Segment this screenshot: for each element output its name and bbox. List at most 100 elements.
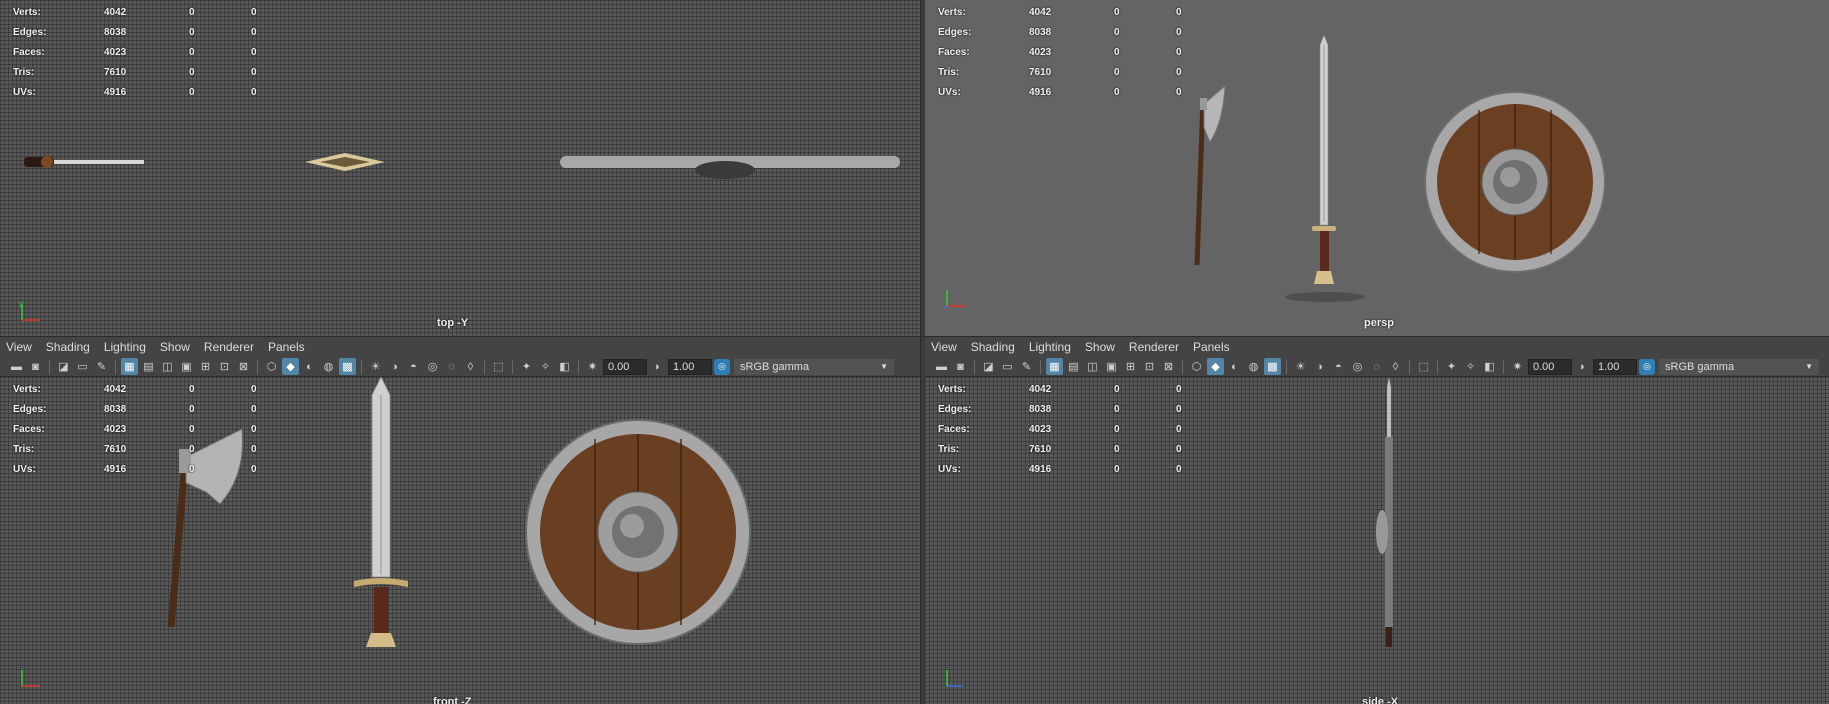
- default-material-icon[interactable]: ◐: [301, 358, 318, 375]
- viewport-panel-persp[interactable]: Verts: 4042 0 0 Edges: 8038 0 0 Faces: 4023 0 0 Tris…: [925, 0, 1829, 336]
- wireframe-icon[interactable]: ⬡: [263, 358, 280, 375]
- grease-pencil-icon[interactable]: ✎: [1018, 358, 1035, 375]
- gate-mask-icon[interactable]: ▣: [178, 358, 195, 375]
- anti-alias-icon[interactable]: ◌: [1368, 358, 1385, 375]
- exposure-icon[interactable]: ✷: [1509, 358, 1526, 375]
- backface-culling-icon[interactable]: ◧: [556, 358, 573, 375]
- image-plane-icon[interactable]: ▭: [74, 358, 91, 375]
- depth-of-field-icon[interactable]: ◊: [1387, 358, 1404, 375]
- ambient-occlusion-icon[interactable]: ◓: [1330, 358, 1347, 375]
- smooth-shade-icon[interactable]: ◆: [1207, 358, 1224, 375]
- hud-label: UVs:: [938, 86, 961, 98]
- hud-value: 0: [251, 423, 257, 435]
- use-lights-icon[interactable]: ☀: [1292, 358, 1309, 375]
- xray-active-icon[interactable]: ✧: [1462, 358, 1479, 375]
- resolution-gate-icon[interactable]: ◫: [159, 358, 176, 375]
- film-gate-icon[interactable]: ▤: [140, 358, 157, 375]
- menu-show[interactable]: Show: [160, 340, 190, 354]
- menu-lighting[interactable]: Lighting: [1029, 340, 1071, 354]
- hud-label: Faces:: [13, 46, 45, 58]
- viewport-panel-front[interactable]: View Shading Lighting Show Renderer Panels ▬ ◙…: [0, 337, 920, 704]
- hud-value: 4042: [104, 383, 127, 395]
- viewport-front[interactable]: Verts: 4042 0 0 Edges: 8038 0 0 Faces: 4023 0 0 Tris…: [0, 377, 920, 704]
- camera-icon[interactable]: ▬: [933, 358, 950, 375]
- safe-title-icon[interactable]: ⊠: [235, 358, 252, 375]
- camera-label: persp: [1364, 317, 1394, 329]
- gamma-field[interactable]: 1.00: [668, 358, 712, 375]
- viewport-panel-side[interactable]: View Shading Lighting Show Renderer Panels ▬ ◙…: [925, 337, 1829, 704]
- film-gate-icon[interactable]: ▤: [1065, 358, 1082, 375]
- safe-action-icon[interactable]: ⊡: [216, 358, 233, 375]
- hud-value: 4916: [104, 86, 127, 98]
- smooth-shade-icon[interactable]: ◆: [282, 358, 299, 375]
- hud-label: Edges:: [13, 403, 47, 415]
- field-chart-icon[interactable]: ⊞: [197, 358, 214, 375]
- xray-icon[interactable]: ◍: [1245, 358, 1262, 375]
- camera-attr-icon[interactable]: ◙: [952, 358, 969, 375]
- panel-toolbar: ▬ ◙ ◪ ▭ ✎ ▦ ▤ ◫ ▣ ⊞ ⊡ ⊠ ⬡ ◆ ◐ ◍ ▩ ☀ ◑ ◓ ◎ ◌ ◊ ⬚ ✦ ✧ ◧ ✷ 0.00 ◗ 1.00 ◎ sR…: [925, 357, 1829, 377]
- colorspace-dropdown[interactable]: sRGB gamma ▼: [734, 358, 894, 375]
- bookmark-icon[interactable]: ◪: [55, 358, 72, 375]
- isolate-select-icon[interactable]: ⬚: [1415, 358, 1432, 375]
- safe-action-icon[interactable]: ⊡: [1141, 358, 1158, 375]
- safe-title-icon[interactable]: ⊠: [1160, 358, 1177, 375]
- viewport-persp[interactable]: Verts: 4042 0 0 Edges: 8038 0 0 Faces: 4023 0 0 Tris…: [925, 0, 1829, 336]
- field-chart-icon[interactable]: ⊞: [1122, 358, 1139, 375]
- xray-joints-icon[interactable]: ✦: [518, 358, 535, 375]
- menu-show[interactable]: Show: [1085, 340, 1115, 354]
- menu-view[interactable]: View: [931, 340, 957, 354]
- viewport-panel-top[interactable]: Verts: 4042 0 0 Edges: 8038 0 0 Faces: 4023 0 0 Tris…: [0, 0, 920, 336]
- viewport-top[interactable]: Verts: 4042 0 0 Edges: 8038 0 0 Faces: 4023 0 0 Tris…: [0, 0, 920, 336]
- wireframe-icon[interactable]: ⬡: [1188, 358, 1205, 375]
- colorspace-dropdown[interactable]: sRGB gamma ▼: [1659, 358, 1819, 375]
- panel-divider-vertical[interactable]: [920, 0, 925, 704]
- toolbar-separator: [1182, 359, 1183, 374]
- exposure-icon[interactable]: ✷: [584, 358, 601, 375]
- motion-blur-icon[interactable]: ◎: [424, 358, 441, 375]
- exposure-field[interactable]: 0.00: [603, 358, 647, 375]
- xray-active-icon[interactable]: ✧: [537, 358, 554, 375]
- xray-joints-icon[interactable]: ✦: [1443, 358, 1460, 375]
- shadows-icon[interactable]: ◑: [1311, 358, 1328, 375]
- colorspace-icon[interactable]: ◎: [1639, 358, 1655, 375]
- menu-shading[interactable]: Shading: [971, 340, 1015, 354]
- backface-culling-icon[interactable]: ◧: [1481, 358, 1498, 375]
- shadows-icon[interactable]: ◑: [386, 358, 403, 375]
- gate-mask-icon[interactable]: ▣: [1103, 358, 1120, 375]
- menu-panels[interactable]: Panels: [1193, 340, 1230, 354]
- panel-divider-horizontal[interactable]: [0, 336, 1829, 337]
- anti-alias-icon[interactable]: ◌: [443, 358, 460, 375]
- bookmark-icon[interactable]: ◪: [980, 358, 997, 375]
- grid-icon[interactable]: ▦: [1046, 358, 1063, 375]
- grease-pencil-icon[interactable]: ✎: [93, 358, 110, 375]
- gamma-icon[interactable]: ◗: [1574, 358, 1591, 375]
- xray-icon[interactable]: ◍: [320, 358, 337, 375]
- menu-renderer[interactable]: Renderer: [1129, 340, 1179, 354]
- motion-blur-icon[interactable]: ◎: [1349, 358, 1366, 375]
- hud-label: UVs:: [938, 463, 961, 475]
- colorspace-icon[interactable]: ◎: [714, 358, 730, 375]
- image-plane-icon[interactable]: ▭: [999, 358, 1016, 375]
- default-material-icon[interactable]: ◐: [1226, 358, 1243, 375]
- use-lights-icon[interactable]: ☀: [367, 358, 384, 375]
- menu-panels[interactable]: Panels: [268, 340, 305, 354]
- grid-icon[interactable]: ▦: [121, 358, 138, 375]
- hud-label: Tris:: [938, 443, 960, 455]
- hud-value: 0: [1176, 463, 1182, 475]
- isolate-select-icon[interactable]: ⬚: [490, 358, 507, 375]
- textured-icon[interactable]: ▩: [339, 358, 356, 375]
- menu-view[interactable]: View: [6, 340, 32, 354]
- menu-renderer[interactable]: Renderer: [204, 340, 254, 354]
- menu-shading[interactable]: Shading: [46, 340, 90, 354]
- depth-of-field-icon[interactable]: ◊: [462, 358, 479, 375]
- gamma-icon[interactable]: ◗: [649, 358, 666, 375]
- menu-lighting[interactable]: Lighting: [104, 340, 146, 354]
- ambient-occlusion-icon[interactable]: ◓: [405, 358, 422, 375]
- camera-attr-icon[interactable]: ◙: [27, 358, 44, 375]
- camera-icon[interactable]: ▬: [8, 358, 25, 375]
- textured-icon[interactable]: ▩: [1264, 358, 1281, 375]
- gamma-field[interactable]: 1.00: [1593, 358, 1637, 375]
- exposure-field[interactable]: 0.00: [1528, 358, 1572, 375]
- viewport-side[interactable]: Verts: 4042 0 0 Edges: 8038 0 0 Faces: 4023 0 0 Tris…: [925, 377, 1829, 704]
- resolution-gate-icon[interactable]: ◫: [1084, 358, 1101, 375]
